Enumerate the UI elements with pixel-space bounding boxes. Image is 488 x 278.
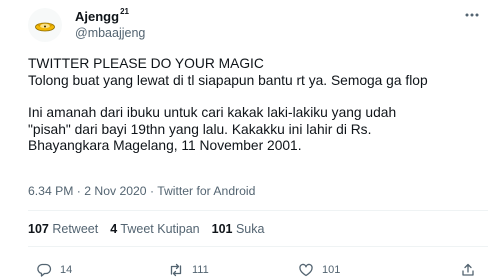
- divider: [28, 246, 488, 247]
- tweet-stats: 107 Retweet 4 Tweet Kutipan 101 Suka: [28, 221, 264, 237]
- retweets-count: 107: [28, 222, 49, 236]
- tweet-meta: 6.34 PM · 2 Nov 2020 · Twitter for Andro…: [28, 183, 255, 199]
- avatar[interactable]: [28, 8, 62, 42]
- display-name[interactable]: Ajengg: [75, 9, 119, 25]
- tweet-source[interactable]: Twitter for Android: [157, 184, 255, 198]
- tweet-actions: 14 111 101: [28, 262, 488, 277]
- meta-separator: ·: [76, 184, 81, 198]
- retweets-label: Retweet: [52, 222, 99, 236]
- display-name-superscript: 21: [120, 7, 129, 16]
- tweet-line: TWITTER PLEASE DO YOUR MAGIC: [28, 56, 264, 71]
- divider: [28, 210, 488, 211]
- tweet-text: TWITTER PLEASE DO YOUR MAGIC Tolong buat…: [28, 56, 483, 155]
- quotes-stat[interactable]: 4 Tweet Kutipan: [110, 221, 199, 237]
- avatar-emoji-icon: [35, 22, 55, 32]
- tweet-line: "pisah" dari bayi 19thn yang lalu. Kakak…: [28, 121, 372, 137]
- like-button[interactable]: 101: [298, 262, 340, 278]
- reply-button[interactable]: 14: [36, 262, 72, 278]
- retweets-stat[interactable]: 107 Retweet: [28, 221, 98, 237]
- more-options-icon[interactable]: [464, 10, 480, 20]
- quotes-label: Tweet Kutipan: [120, 222, 200, 236]
- user-name-row[interactable]: Ajengg 21: [75, 7, 129, 25]
- like-icon: [299, 263, 313, 277]
- retweet-icon: [170, 263, 182, 277]
- tweet-date[interactable]: 2 Nov 2020: [84, 184, 146, 198]
- tweet-time[interactable]: 6.34 PM: [28, 184, 73, 198]
- retweet-count: 111: [192, 264, 209, 276]
- reply-count: 14: [60, 264, 73, 276]
- reply-icon: [37, 263, 52, 277]
- retweet-button[interactable]: 111: [168, 262, 209, 278]
- like-count: 101: [322, 264, 341, 276]
- meta-separator: ·: [149, 184, 155, 198]
- likes-stat[interactable]: 101 Suka: [212, 221, 265, 237]
- tweet-line: Bhayangkara Magelang, 11 November 2001.: [28, 138, 302, 153]
- likes-count: 101: [211, 222, 233, 236]
- likes-label: Suka: [235, 222, 265, 236]
- tweet-line: Ini amanah dari ibuku untuk cari kakak l…: [28, 105, 397, 120]
- share-icon: [462, 263, 474, 276]
- user-handle[interactable]: @mbaajjeng: [75, 25, 145, 41]
- quotes-count: 4: [110, 222, 118, 236]
- share-button[interactable]: [460, 262, 476, 278]
- tweet-line: Tolong buat yang lewat di tl siapapun ba…: [28, 72, 428, 88]
